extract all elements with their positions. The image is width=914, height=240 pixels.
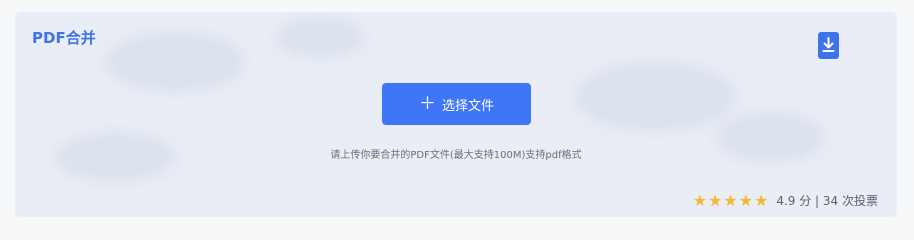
star-icon[interactable]: ★ [708, 192, 722, 209]
rating-summary: 4.9 分 | 34 次投票 [776, 194, 878, 208]
background-splash [105, 32, 245, 92]
rating-stars: ★ ★ ★ ★ ★ [693, 192, 769, 209]
upload-hint: 请上传你要合并的PDF文件(最大支持100M)支持pdf格式 [330, 150, 582, 161]
page-title: PDF合并 [32, 29, 96, 47]
select-file-button[interactable]: ＋ 选择文件 [382, 83, 531, 125]
background-splash [275, 17, 365, 57]
star-icon[interactable]: ★ [693, 192, 707, 209]
star-icon[interactable]: ★ [754, 192, 768, 209]
rating: ★ ★ ★ ★ ★ 4.9 分 | 34 次投票 [693, 192, 878, 209]
plus-icon: ＋ [418, 93, 436, 114]
upload-card: PDF合并 ＋ 选择文件 请上传你要合并的PDF文件(最大支持100M)支持pd… [15, 12, 897, 217]
download-button[interactable] [818, 32, 839, 59]
download-icon [822, 37, 835, 52]
background-splash [575, 62, 735, 132]
select-file-label: 选择文件 [441, 98, 494, 114]
star-icon[interactable]: ★ [723, 192, 737, 209]
star-icon[interactable]: ★ [739, 192, 753, 209]
